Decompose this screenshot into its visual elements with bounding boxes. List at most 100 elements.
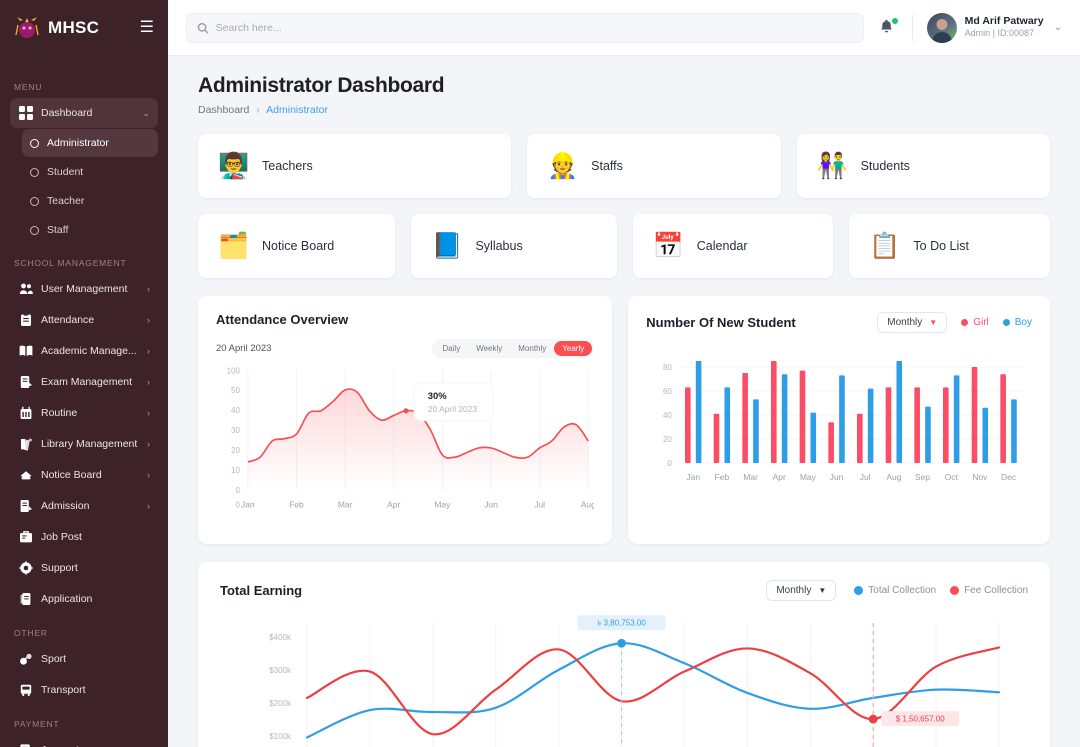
filter-daily[interactable]: Daily	[434, 341, 468, 356]
sidebar-item-library-management[interactable]: Library Management ›	[10, 429, 158, 459]
shortcut-card-staffs[interactable]: 👷 Staffs	[527, 134, 780, 198]
dropdown-value: Monthly	[887, 317, 922, 328]
svg-text:May: May	[434, 500, 451, 510]
svg-text:60: 60	[663, 387, 672, 396]
exam-icon	[18, 375, 33, 390]
sidebar-item-academic-management[interactable]: Academic Manage... ›	[10, 336, 158, 366]
hamburger-icon[interactable]: ☰	[140, 20, 154, 36]
shortcut-card-students[interactable]: 👫 Students	[797, 134, 1050, 198]
sidebar-subitem-teacher[interactable]: Teacher	[22, 187, 158, 215]
svg-text:Feb: Feb	[715, 472, 730, 482]
new-student-panel: Number Of New Student Monthly ▼ Girl	[628, 296, 1050, 544]
sidebar-item-transport[interactable]: Transport	[10, 675, 158, 705]
new-student-period-dropdown[interactable]: Monthly ▼	[877, 312, 947, 333]
sidebar-item-admission[interactable]: Admission ›	[10, 491, 158, 521]
user-name: Md Arif Patwary	[965, 15, 1044, 29]
svg-text:40: 40	[663, 411, 672, 420]
svg-text:Feb: Feb	[289, 500, 304, 510]
legend-dot	[961, 319, 968, 326]
svg-text:20 April 2023: 20 April 2023	[428, 404, 478, 414]
svg-text:20: 20	[663, 435, 672, 444]
todo-icon: 📋	[869, 234, 899, 259]
legend-dot	[950, 586, 959, 595]
filter-weekly[interactable]: Weekly	[468, 341, 510, 356]
sidebar-subitem-administrator[interactable]: Administrator	[22, 129, 158, 157]
sidebar-item-sport[interactable]: Sport	[10, 644, 158, 674]
brand: MHSC ☰	[0, 0, 168, 56]
legend-label: Fee Collection	[964, 585, 1028, 596]
legend-girl[interactable]: Girl	[961, 317, 989, 328]
sidebar-item-exam-management[interactable]: Exam Management ›	[10, 367, 158, 397]
shortcut-card-notice-board[interactable]: 🗂️ Notice Board	[198, 214, 395, 278]
shortcut-label: Teachers	[262, 159, 313, 173]
shortcut-card-teachers[interactable]: 👨‍🏫 Teachers	[198, 134, 511, 198]
shortcut-card-calendar[interactable]: 📅 Calendar	[633, 214, 834, 278]
sidebar-subitem-label: Administrator	[47, 137, 109, 149]
chevron-right-icon: ›	[147, 315, 150, 325]
sidebar-item-routine[interactable]: Routine ›	[10, 398, 158, 428]
search-box[interactable]	[186, 13, 864, 43]
total-earning-chart[interactable]: $100k$200k$300k$400k ৳ 3,80,753.00$ 1,50…	[220, 609, 1028, 747]
application-icon	[18, 592, 33, 607]
shortcut-card-syllabus[interactable]: 📘 Syllabus	[411, 214, 616, 278]
svg-text:30%: 30%	[428, 391, 447, 402]
filter-monthly[interactable]: Monthly	[510, 341, 554, 356]
support-icon	[18, 561, 33, 576]
sidebar-item-application[interactable]: Application	[10, 584, 158, 614]
shortcut-card-to-do-list[interactable]: 📋 To Do List	[849, 214, 1050, 278]
page-title: Administrator Dashboard	[198, 74, 1050, 98]
sidebar-item-job-post[interactable]: Job Post	[10, 522, 158, 552]
chevron-down-icon[interactable]: ⌄	[1054, 22, 1062, 33]
teacher-icon: 👨‍🏫	[218, 154, 248, 179]
attendance-chart[interactable]: 01020304050100 JanFebMarAprMayJunJulAug0…	[216, 358, 594, 528]
chevron-right-icon: ›	[147, 439, 150, 449]
sidebar-item-label: Application	[41, 593, 150, 605]
sidebar-item-label: Routine	[41, 407, 139, 419]
svg-text:Jul: Jul	[860, 472, 871, 482]
new-student-chart[interactable]: 020406080 JanFebMarAprMayJunJulAugSepOct…	[646, 345, 1032, 505]
total-earning-panel: Total Earning Monthly ▼ Total Collection	[198, 562, 1050, 747]
sidebar-item-dashboard[interactable]: Dashboard ⌄	[10, 98, 158, 128]
logo-icon	[14, 15, 40, 41]
sidebar-item-label: Library Management	[41, 438, 139, 450]
legend-boy[interactable]: Boy	[1003, 317, 1032, 328]
filter-yearly[interactable]: Yearly	[554, 341, 592, 356]
sidebar-item-notice-board[interactable]: Notice Board ›	[10, 460, 158, 490]
legend-total-collection[interactable]: Total Collection	[854, 585, 936, 596]
account-icon	[18, 743, 33, 747]
chevron-down-icon: ⌄	[142, 108, 150, 119]
sidebar-subitem-staff[interactable]: Staff	[22, 216, 158, 244]
legend-label: Boy	[1015, 317, 1032, 328]
main-area: Md Arif Patwary Admin | ID:00087 ⌄ Admin…	[168, 0, 1080, 747]
page-content: Administrator Dashboard Dashboard › Admi…	[168, 56, 1080, 747]
breadcrumb-current[interactable]: Administrator	[266, 104, 328, 116]
sidebar-subitem-student[interactable]: Student	[22, 158, 158, 186]
search-input[interactable]	[216, 22, 853, 34]
sidebar-section-menu: MENU	[0, 82, 168, 92]
user-profile[interactable]: Md Arif Patwary Admin | ID:00087 ⌄	[927, 13, 1062, 43]
sidebar-item-label: Exam Management	[41, 376, 139, 388]
svg-text:Aug: Aug	[887, 472, 902, 482]
notification-bell[interactable]	[878, 18, 898, 38]
svg-text:80: 80	[663, 363, 672, 372]
sidebar-item-label: Transport	[41, 684, 150, 696]
sidebar-item-label: Academic Manage...	[41, 345, 139, 357]
divider	[912, 15, 913, 41]
sidebar-item-attendance[interactable]: Attendance ›	[10, 305, 158, 335]
sidebar-item-support[interactable]: Support	[10, 553, 158, 583]
grid-icon	[18, 106, 33, 121]
sidebar-item-user-management[interactable]: User Management ›	[10, 274, 158, 304]
breadcrumb-separator: ›	[256, 104, 260, 116]
routine-icon	[18, 406, 33, 421]
shortcut-cards-row-1: 👨‍🏫 Teachers 👷 Staffs 👫 Students	[198, 134, 1050, 198]
svg-text:Jul: Jul	[534, 500, 545, 510]
legend-fee-collection[interactable]: Fee Collection	[950, 585, 1028, 596]
svg-text:May: May	[800, 472, 817, 482]
earning-period-dropdown[interactable]: Monthly ▼	[766, 580, 836, 601]
breadcrumb-root[interactable]: Dashboard	[198, 104, 249, 116]
svg-text:$200k: $200k	[269, 699, 292, 708]
panel-title: Total Earning	[220, 583, 302, 598]
sidebar-item-account[interactable]: Account ›	[10, 735, 158, 747]
panel-title: Number Of New Student	[646, 315, 796, 330]
svg-text:0: 0	[668, 459, 673, 468]
